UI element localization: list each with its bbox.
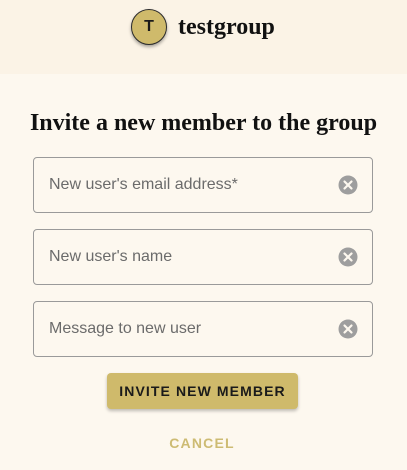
group-header: T testgroup xyxy=(0,0,407,74)
message-field[interactable] xyxy=(33,301,373,357)
group-name: testgroup xyxy=(178,14,275,40)
dialog-title: Invite a new member to the group xyxy=(29,110,378,136)
clear-icon[interactable] xyxy=(338,247,358,267)
name-field[interactable] xyxy=(33,229,373,285)
name-input[interactable] xyxy=(49,230,329,284)
invite-new-member-button[interactable]: INVITE NEW MEMBER xyxy=(107,373,298,409)
clear-icon[interactable] xyxy=(338,319,358,339)
clear-icon[interactable] xyxy=(338,175,358,195)
message-input[interactable] xyxy=(49,302,329,356)
email-input[interactable] xyxy=(49,158,329,212)
group-avatar[interactable]: T xyxy=(131,9,167,45)
cancel-button[interactable]: CANCEL xyxy=(152,428,252,458)
email-field[interactable] xyxy=(33,157,373,213)
